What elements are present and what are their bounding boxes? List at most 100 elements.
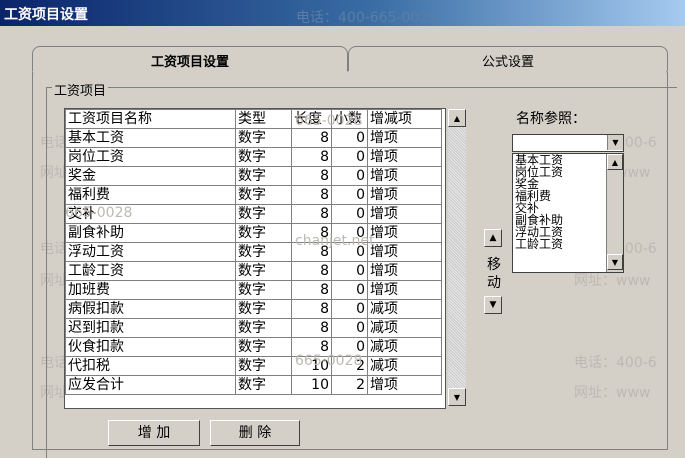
cell-type[interactable]: 数字 [235, 337, 292, 357]
add-button[interactable]: 增 加 [108, 420, 200, 446]
cell-inc-dec[interactable]: 增项 [367, 242, 442, 262]
cell-name[interactable]: 副食补助 [65, 223, 236, 243]
col-header-name[interactable]: 工资项目名称 [65, 109, 236, 129]
cell-type[interactable]: 数字 [235, 299, 292, 319]
cell-length[interactable]: 8 [291, 280, 332, 300]
cell-inc-dec[interactable]: 增项 [367, 223, 442, 243]
cell-decimals[interactable]: 2 [331, 375, 368, 395]
name-reference-list[interactable]: 基本工资 岗位工资 奖金 福利费 交补 副食补助 浮动工资 工龄工资 ▲ ▼ [512, 153, 624, 273]
table-row[interactable]: 浮动工资 数字 8 0 增项 [65, 242, 442, 262]
cell-inc-dec[interactable]: 增项 [367, 280, 442, 300]
cell-inc-dec[interactable]: 增项 [367, 375, 442, 395]
cell-inc-dec[interactable]: 增项 [367, 185, 442, 205]
cell-type[interactable]: 数字 [235, 147, 292, 167]
cell-name[interactable]: 伙食扣款 [65, 337, 236, 357]
table-row[interactable]: 迟到扣款 数字 8 0 减项 [65, 318, 442, 338]
cell-decimals[interactable]: 0 [331, 280, 368, 300]
cell-decimals[interactable]: 0 [331, 318, 368, 338]
cell-decimals[interactable]: 0 [331, 242, 368, 262]
table-row[interactable]: 工龄工资 数字 8 0 增项 [65, 261, 442, 281]
cell-length[interactable]: 8 [291, 318, 332, 338]
cell-type[interactable]: 数字 [235, 261, 292, 281]
cell-type[interactable]: 数字 [235, 375, 292, 395]
cell-type[interactable]: 数字 [235, 242, 292, 262]
col-header-decimals[interactable]: 小数 [331, 109, 368, 129]
col-header-length[interactable]: 长度 [291, 109, 332, 129]
cell-type[interactable]: 数字 [235, 280, 292, 300]
table-row[interactable]: 代扣税 数字 10 2 减项 [65, 356, 442, 376]
cell-name[interactable]: 岗位工资 [65, 147, 236, 167]
cell-decimals[interactable]: 0 [331, 185, 368, 205]
table-row[interactable]: 奖金 数字 8 0 增项 [65, 166, 442, 186]
cell-name[interactable]: 代扣税 [65, 356, 236, 376]
scroll-up-arrow-icon[interactable]: ▲ [448, 109, 466, 127]
cell-inc-dec[interactable]: 减项 [367, 299, 442, 319]
cell-type[interactable]: 数字 [235, 166, 292, 186]
cell-type[interactable]: 数字 [235, 204, 292, 224]
cell-length[interactable]: 8 [291, 166, 332, 186]
table-row[interactable]: 福利费 数字 8 0 增项 [65, 185, 442, 205]
cell-name[interactable]: 应发合计 [65, 375, 236, 395]
table-row[interactable]: 交补 数字 8 0 增项 [65, 204, 442, 224]
table-row[interactable]: 基本工资 数字 8 0 增项 [65, 128, 442, 148]
cell-length[interactable]: 8 [291, 242, 332, 262]
cell-inc-dec[interactable]: 增项 [367, 204, 442, 224]
cell-type[interactable]: 数字 [235, 223, 292, 243]
cell-decimals[interactable]: 0 [331, 299, 368, 319]
cell-name[interactable]: 交补 [65, 204, 236, 224]
tab-formula-settings[interactable]: 公式设置 [348, 46, 668, 71]
cell-decimals[interactable]: 0 [331, 166, 368, 186]
cell-inc-dec[interactable]: 增项 [367, 166, 442, 186]
cell-decimals[interactable]: 0 [331, 204, 368, 224]
cell-name[interactable]: 福利费 [65, 185, 236, 205]
salary-items-grid[interactable]: 工资项目名称 类型 长度 小数 增减项 基本工资 数字 8 0 增项 岗位工资 数字 8 0 增项… [64, 108, 446, 409]
grid-vertical-scrollbar[interactable]: ▲ ▼ [448, 109, 466, 406]
scroll-down-arrow-icon[interactable]: ▼ [448, 388, 466, 406]
name-reference-combobox[interactable]: ▼ [512, 134, 624, 152]
cell-name[interactable]: 工龄工资 [65, 261, 236, 281]
move-up-button[interactable]: ▲ [484, 229, 502, 247]
table-row[interactable]: 伙食扣款 数字 8 0 减项 [65, 337, 442, 357]
table-row[interactable]: 病假扣款 数字 8 0 减项 [65, 299, 442, 319]
cell-inc-dec[interactable]: 增项 [367, 147, 442, 167]
move-down-button[interactable]: ▼ [484, 296, 502, 314]
cell-length[interactable]: 8 [291, 337, 332, 357]
list-scroll-down-icon[interactable]: ▼ [607, 254, 623, 270]
cell-length[interactable]: 8 [291, 223, 332, 243]
cell-type[interactable]: 数字 [235, 185, 292, 205]
cell-type[interactable]: 数字 [235, 356, 292, 376]
cell-inc-dec[interactable]: 增项 [367, 261, 442, 281]
cell-length[interactable]: 8 [291, 147, 332, 167]
cell-inc-dec[interactable]: 减项 [367, 337, 442, 357]
cell-name[interactable]: 奖金 [65, 166, 236, 186]
cell-decimals[interactable]: 0 [331, 261, 368, 281]
cell-length[interactable]: 8 [291, 185, 332, 205]
list-scroll-up-icon[interactable]: ▲ [607, 154, 623, 170]
cell-length[interactable]: 8 [291, 299, 332, 319]
table-row[interactable]: 副食补助 数字 8 0 增项 [65, 223, 442, 243]
cell-type[interactable]: 数字 [235, 128, 292, 148]
cell-name[interactable]: 基本工资 [65, 128, 236, 148]
cell-inc-dec[interactable]: 减项 [367, 356, 442, 376]
table-row[interactable]: 岗位工资 数字 8 0 增项 [65, 147, 442, 167]
delete-button[interactable]: 删 除 [210, 420, 300, 446]
col-header-inc-dec[interactable]: 增减项 [367, 109, 442, 129]
table-row[interactable]: 加班费 数字 8 0 增项 [65, 280, 442, 300]
cell-name[interactable]: 病假扣款 [65, 299, 236, 319]
cell-inc-dec[interactable]: 减项 [367, 318, 442, 338]
cell-decimals[interactable]: 0 [331, 128, 368, 148]
cell-length[interactable]: 8 [291, 261, 332, 281]
cell-length[interactable]: 8 [291, 204, 332, 224]
cell-decimals[interactable]: 0 [331, 337, 368, 357]
cell-decimals[interactable]: 2 [331, 356, 368, 376]
table-row[interactable]: 应发合计 数字 10 2 增项 [65, 375, 442, 395]
name-reference-list-scrollbar[interactable]: ▲ ▼ [606, 154, 623, 272]
cell-length[interactable]: 8 [291, 128, 332, 148]
cell-name[interactable]: 浮动工资 [65, 242, 236, 262]
cell-length[interactable]: 10 [291, 375, 332, 395]
cell-inc-dec[interactable]: 增项 [367, 128, 442, 148]
cell-decimals[interactable]: 0 [331, 147, 368, 167]
cell-length[interactable]: 10 [291, 356, 332, 376]
cell-decimals[interactable]: 0 [331, 223, 368, 243]
col-header-type[interactable]: 类型 [235, 109, 292, 129]
